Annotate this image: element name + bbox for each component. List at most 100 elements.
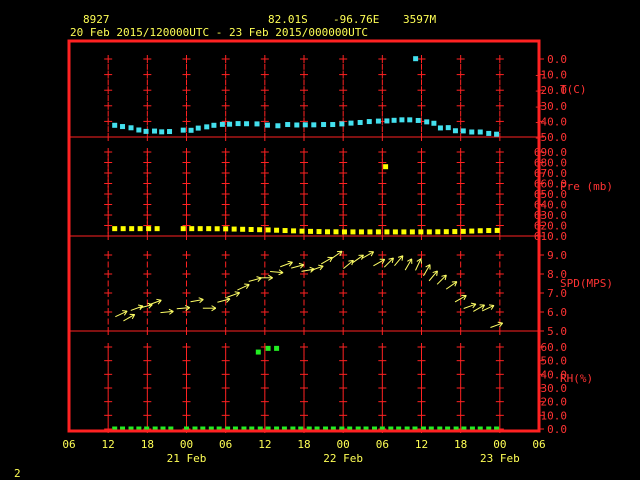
temperature-point [366,119,372,125]
temperature-point [348,120,354,126]
wind-arrow-head [244,283,250,286]
pressure-point [426,229,432,235]
temperature-point [285,122,291,128]
temperature-point [486,130,492,136]
temperature-point [120,124,126,130]
pressure-point [291,228,297,234]
pressure-point [384,229,390,235]
pressure-point [248,226,254,232]
x-tick-label: 06 [376,438,389,451]
temperature-point [399,117,405,123]
pressure-point [325,229,330,235]
pressure-point [477,228,483,234]
pressure-point [120,226,126,232]
pressure-point [274,227,280,233]
panel-label: RH(%) [560,372,593,385]
pressure-point [137,226,143,232]
pressure-point [146,226,152,232]
temperature-point [167,129,173,135]
temperature-point [180,127,186,133]
temperature-point [254,121,260,127]
x-tick-label: 18 [141,438,154,451]
temperature-point [128,125,134,131]
pressure-point [214,226,220,232]
temperature-point [244,121,250,127]
y-tick-label: 6.0 [547,306,567,319]
temperature-point [321,122,327,128]
y-tick-label: 50.0 [541,355,568,368]
y-tick-label: 0.0 [547,423,567,436]
pressure-point [223,226,229,232]
temperature-point [211,122,217,128]
temperature-point [152,128,158,134]
pressure-point [180,226,186,232]
temperature-point [264,122,270,128]
temperature-point [424,119,430,125]
pressure-point [469,228,475,234]
x-date-label: 23 Feb [480,452,520,465]
pressure-point [154,226,160,232]
x-tick-label: 00 [180,438,193,451]
temperature-point [235,121,241,127]
temperature-point [143,128,149,134]
x-tick-label: 06 [219,438,232,451]
meteogram-chart: 8927 82.01S -96.76E 3597M 20 Feb 2015/12… [0,0,640,480]
x-tick-label: 06 [532,438,545,451]
temperature-point [460,128,466,134]
pressure-point [206,226,212,232]
y-tick-label: 0.0 [547,53,567,66]
pressure-point [460,228,466,234]
panel-label: Pre (mb) [560,180,613,193]
pressure-point [443,229,449,235]
temperature-point [494,131,500,137]
pressure-point [367,229,373,235]
temperature-point [204,124,210,130]
pressure-point [265,227,271,233]
temperature-point [112,122,118,128]
temperature-point [407,117,413,123]
longitude: -96.76E [333,13,379,26]
temperature-point [391,117,397,123]
temperature-point [415,117,421,123]
pressure-point [494,227,500,233]
wind-arrow-head [488,304,495,306]
pressure-point [418,229,424,235]
temperature-point [294,122,300,128]
panel-label: SPD(MPS) [560,277,613,290]
x-tick-label: 12 [102,438,115,451]
temperature-point [302,122,308,128]
pressure-point [257,227,263,233]
y-tick-label: 5.0 [547,325,567,338]
latitude: 82.01S [268,13,308,26]
y-tick-label: 60.0 [541,341,568,354]
pressure-point [358,229,364,235]
pressure-point [409,229,415,235]
pressure-point [486,228,492,234]
pressure-point [299,228,305,234]
temperature-point [357,119,363,125]
page-number: 2 [14,467,21,480]
elevation: 3597M [403,13,436,26]
pressure-point [189,226,195,232]
temperature-point [339,121,345,127]
temperature-point [159,129,165,135]
temperature-point [330,122,336,128]
temperature-point [275,123,281,129]
wind-arrow-head [122,310,128,312]
pressure-point [231,226,237,232]
pressure-point [197,226,203,232]
pressure-point [316,229,322,235]
y-tick-label: 20.0 [541,396,568,409]
x-tick-label: 18 [297,438,310,451]
pressure-point [308,228,314,234]
rh-point [265,345,271,351]
pressure-point [112,226,118,232]
temperature-point [437,125,443,131]
y-tick-label: 9.0 [547,249,567,262]
temperature-point [136,127,142,133]
pressure-point [350,229,356,235]
rh-point [255,349,261,355]
pressure-point [375,229,381,235]
rh-point [274,345,280,351]
temperature-point [452,128,458,134]
